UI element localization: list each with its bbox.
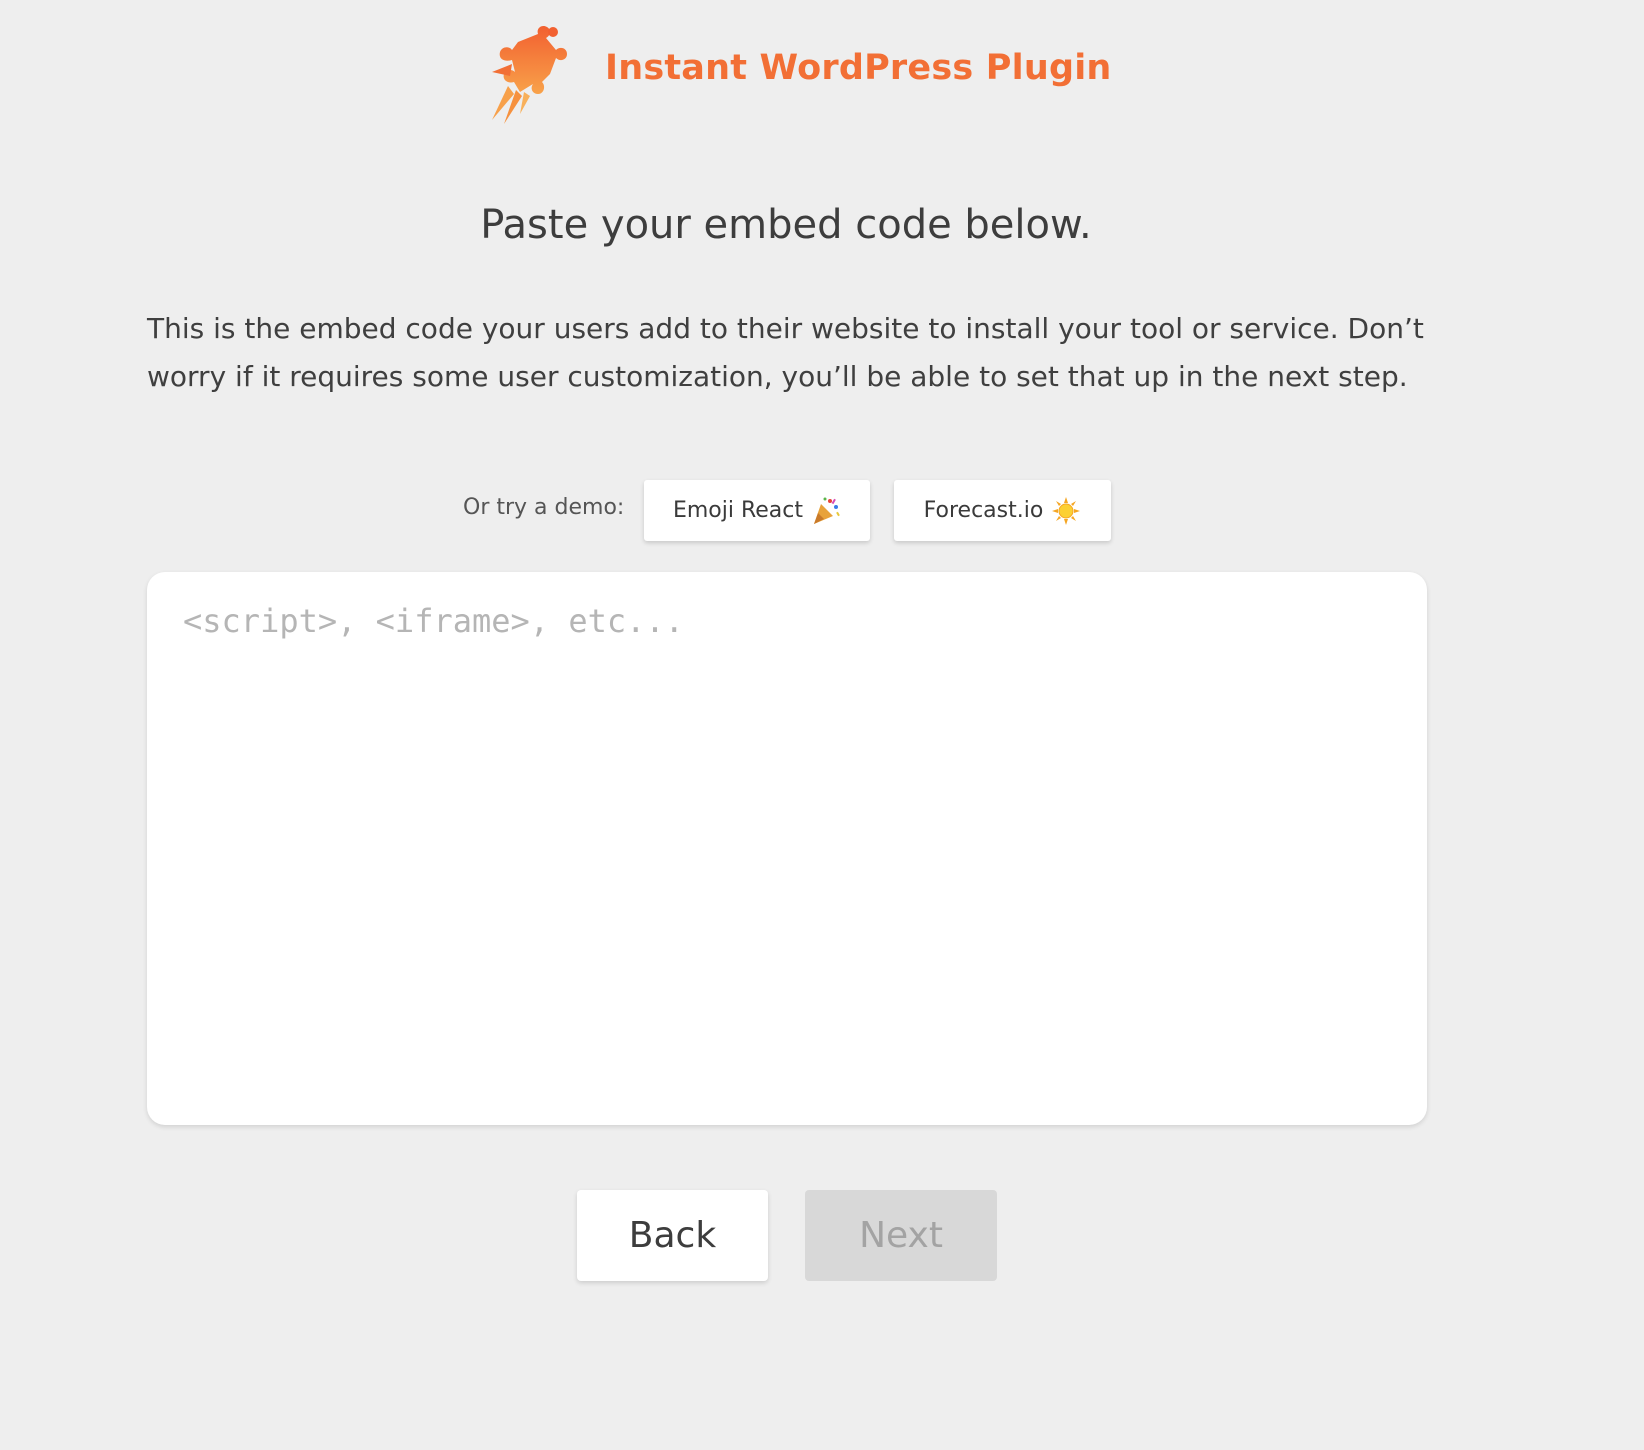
next-button[interactable]: Next bbox=[805, 1190, 997, 1281]
page-title: Paste your embed code below. bbox=[480, 202, 1092, 248]
demo-row: Or try a demo: Emoji React Forecast.io bbox=[0, 480, 1644, 542]
embed-code-box bbox=[147, 572, 1427, 1125]
embed-code-input[interactable] bbox=[183, 602, 1391, 1095]
instructions-text: This is the embed code your users add to… bbox=[147, 312, 1424, 393]
emoji-react-demo-button[interactable]: Emoji React bbox=[644, 480, 870, 541]
sun-icon bbox=[1052, 496, 1081, 525]
app-title: Instant WordPress Plugin bbox=[605, 48, 1112, 88]
forecast-io-demo-button[interactable]: Forecast.io bbox=[894, 480, 1111, 541]
back-button[interactable]: Back bbox=[577, 1190, 768, 1281]
demo-label: Or try a demo: bbox=[463, 495, 625, 520]
forecast-io-label: Forecast.io bbox=[923, 498, 1044, 523]
puzzle-rocket-icon bbox=[492, 25, 567, 124]
emoji-react-label: Emoji React bbox=[672, 498, 804, 523]
header: Instant WordPress Plugin bbox=[0, 20, 1644, 130]
party-popper-icon bbox=[814, 497, 840, 524]
